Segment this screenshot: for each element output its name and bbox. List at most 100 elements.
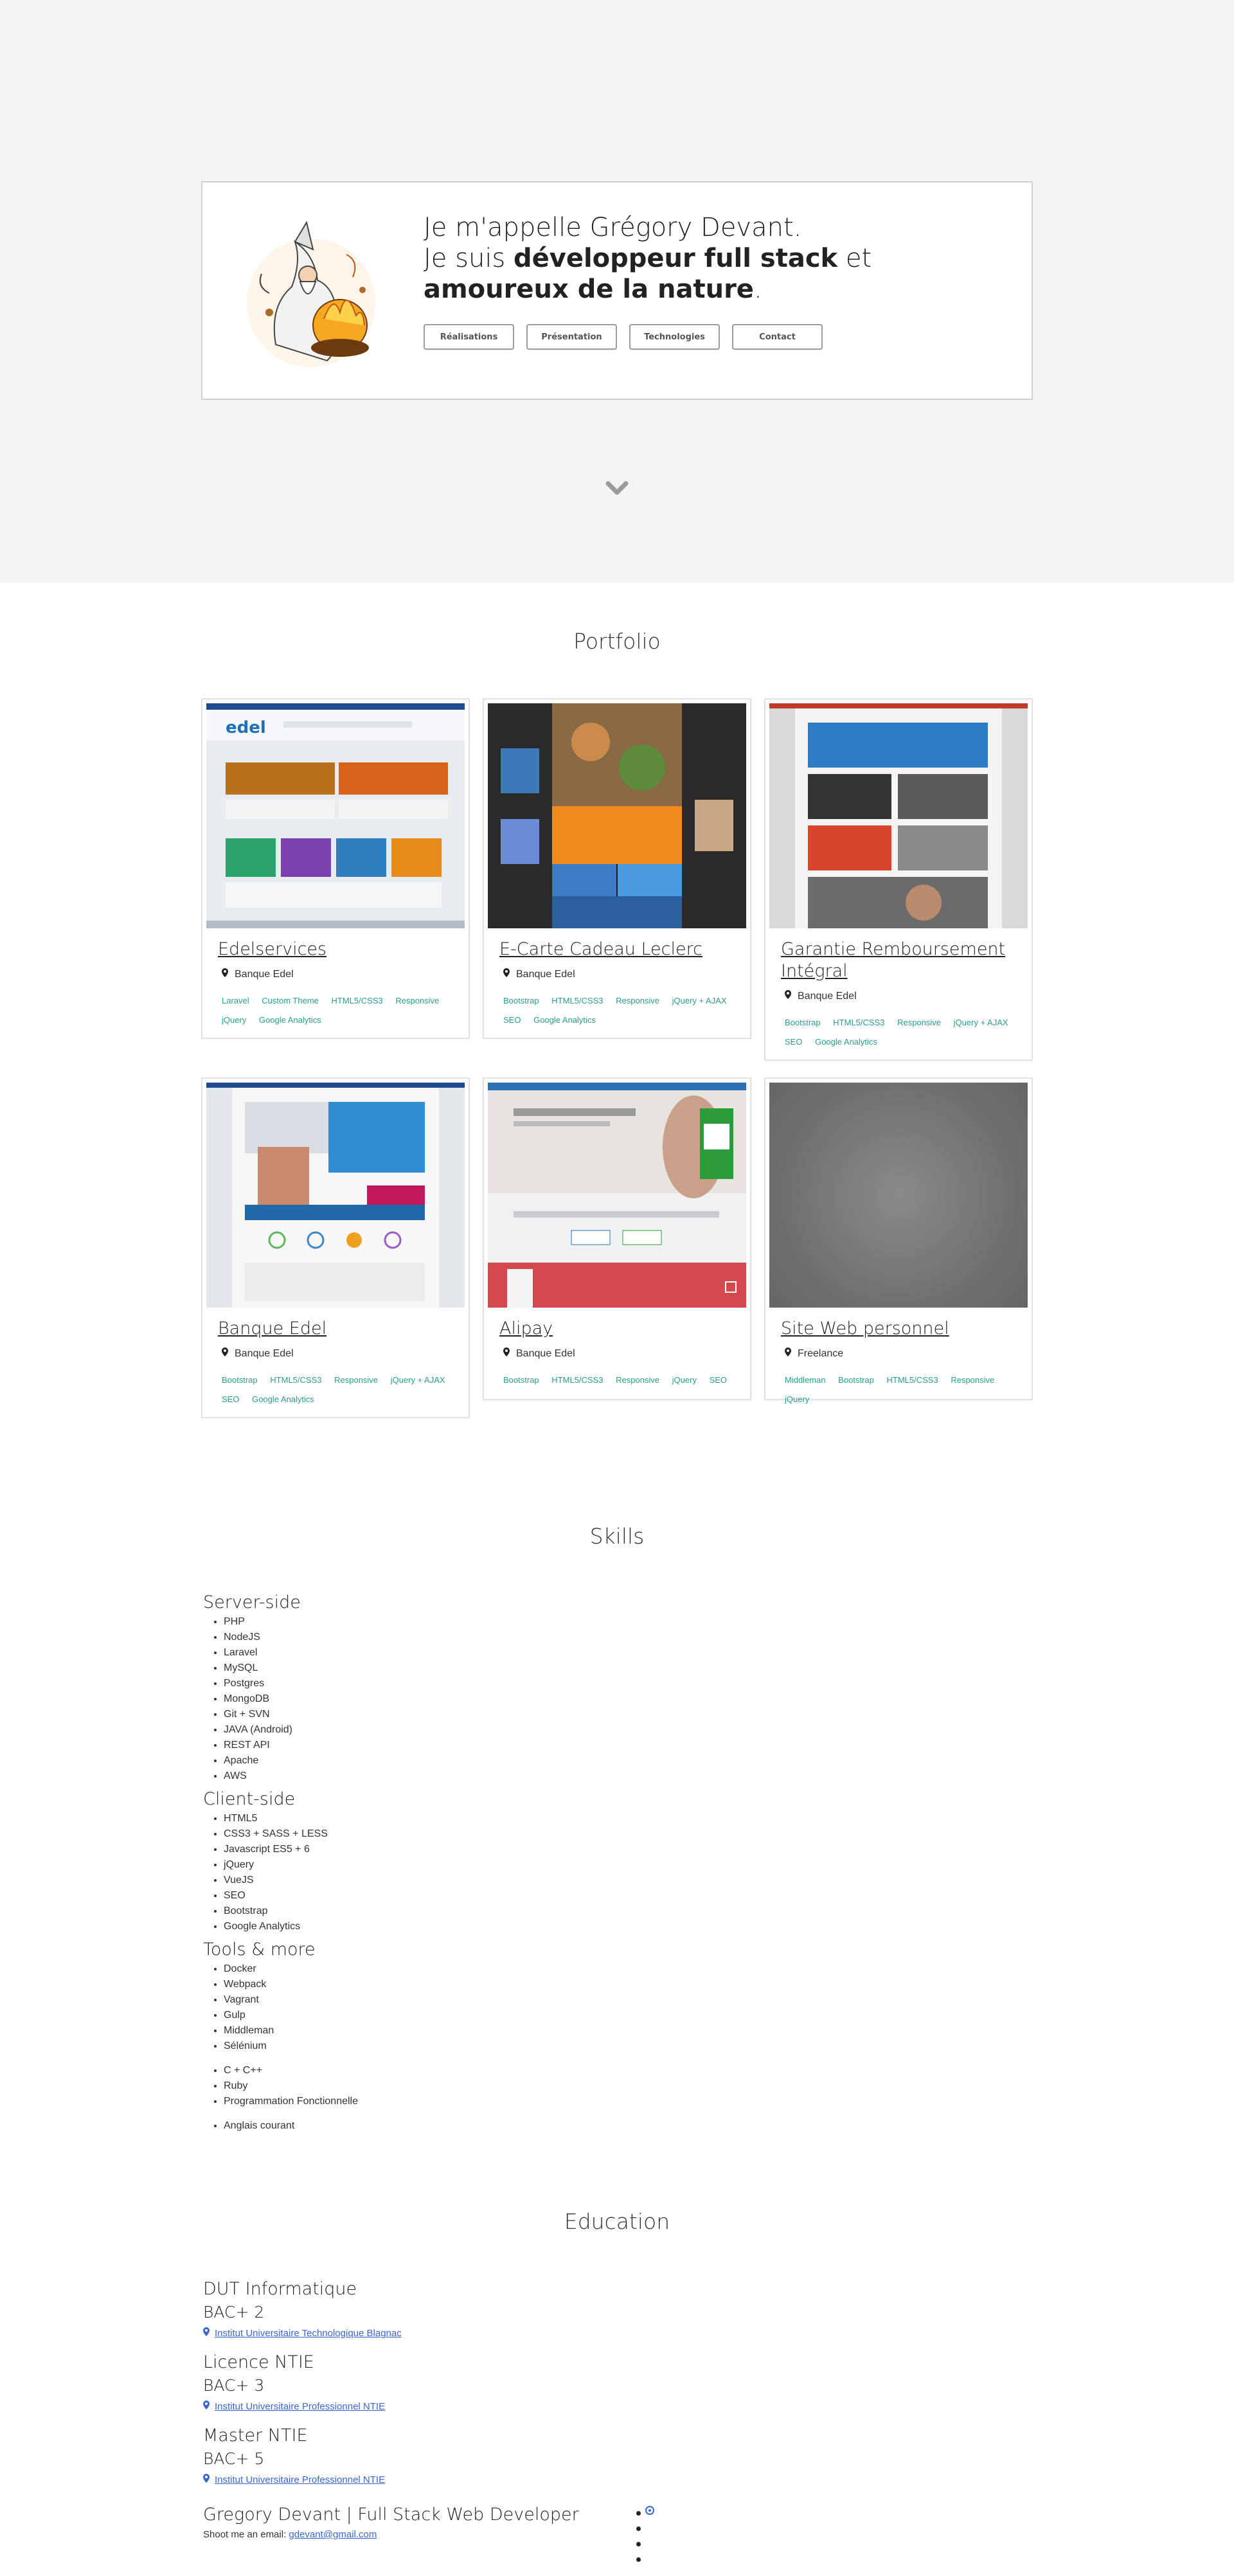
list-item: PHP: [224, 1614, 782, 1630]
list-item: C + C++: [224, 2063, 782, 2078]
tag: SEO: [785, 1037, 803, 1047]
tag: Responsive: [616, 996, 660, 1005]
tag: jQuery + AJAX: [672, 996, 727, 1005]
footer: Gregory Devant | Full Stack Web Develope…: [203, 2503, 1039, 2576]
social-item[interactable]: [636, 2552, 654, 2568]
intro-line-2: Je suis développeur full stack et amoure…: [424, 244, 872, 304]
map-marker-icon: [203, 2471, 210, 2490]
tag: Google Analytics: [815, 1037, 877, 1047]
map-marker-icon: [785, 990, 791, 1002]
degree-level: BAC+ 5: [203, 2449, 265, 2468]
github-icon[interactable]: [645, 2506, 654, 2517]
tools-title: Tools & more: [203, 1940, 316, 1959]
list-item: VueJS: [224, 1873, 782, 1888]
technologies-button[interactable]: Technologies: [629, 324, 720, 350]
tag: Responsive: [616, 1375, 660, 1385]
presentation-button[interactable]: Présentation: [526, 324, 617, 350]
chevron-down-icon[interactable]: [605, 480, 629, 498]
project-title[interactable]: Site Web personnel: [781, 1318, 1019, 1340]
list-item: Middleman: [224, 2023, 782, 2039]
list-item: MySQL: [224, 1661, 782, 1676]
tag: Responsive: [334, 1375, 379, 1385]
project-card[interactable]: Banque Edel Banque Edel Bootstrap HTML5/…: [201, 1077, 470, 1418]
project-tags: Bootstrap HTML5/CSS3 Responsive jQuery +…: [222, 1371, 460, 1409]
client-side-title: Client-side: [203, 1789, 296, 1809]
email-label: Shoot me an email:: [203, 2529, 289, 2540]
tag: Custom Theme: [262, 996, 319, 1005]
list-item: Gulp: [224, 2008, 782, 2023]
social-item[interactable]: [636, 2506, 654, 2521]
project-tags: Laravel Custom Theme HTML5/CSS3 Responsi…: [222, 991, 460, 1030]
list-item: Git + SVN: [224, 1707, 782, 1722]
project-title[interactable]: Edelservices: [218, 939, 456, 960]
list-item: REST API: [224, 1738, 782, 1753]
list-item: Webpack: [224, 1977, 782, 1992]
list-item: CSS3 + SASS + LESS: [224, 1826, 782, 1842]
email-link[interactable]: gdevant@gmail.com: [289, 2529, 377, 2540]
tag: HTML5/CSS3: [833, 1018, 885, 1027]
project-card[interactable]: E-Carte Cadeau Leclerc Banque Edel Boots…: [483, 698, 751, 1039]
project-location-label: Banque Edel: [798, 990, 857, 1002]
tag: Responsive: [395, 996, 440, 1005]
list-item: Ruby: [224, 2078, 782, 2094]
education-item: DUT Informatique BAC+ 2 Institut Univers…: [203, 2278, 846, 2343]
contact-button[interactable]: Contact: [732, 324, 823, 350]
project-tags: Bootstrap HTML5/CSS3 Responsive jQuery +…: [785, 1013, 1023, 1052]
list-item: Docker: [224, 1961, 782, 1977]
tag: Bootstrap: [785, 1018, 821, 1027]
project-card[interactable]: Alipay Banque Edel Bootstrap HTML5/CSS3 …: [483, 1077, 751, 1400]
project-title[interactable]: Alipay: [499, 1318, 737, 1340]
project-card[interactable]: edel Edelservices Banque Edel Laravel Cu…: [201, 698, 470, 1039]
project-thumbnail: [769, 1083, 1028, 1308]
project-location-label: Banque Edel: [235, 1347, 294, 1359]
project-card[interactable]: Site Web personnel Freelance Middleman B…: [764, 1077, 1033, 1404]
footer-title: Gregory Devant | Full Stack Web Develope…: [203, 2505, 579, 2525]
project-location: Banque Edel: [222, 968, 294, 980]
map-marker-icon: [203, 2397, 210, 2417]
degree-title: Licence NTIE: [203, 2352, 314, 2372]
tag: Google Analytics: [258, 1015, 321, 1025]
school-link[interactable]: Institut Universitaire Professionnel NTI…: [215, 2397, 385, 2417]
project-tags: Middleman Bootstrap HTML5/CSS3 Responsiv…: [785, 1371, 1023, 1409]
school: Institut Universitaire Professionnel NTI…: [203, 2471, 846, 2490]
server-side-title: Server-side: [203, 1592, 301, 1612]
tag: jQuery + AJAX: [953, 1018, 1008, 1027]
education-title: Education: [564, 2209, 670, 2234]
intro-line-1: Je m'appelle Grégory Devant.: [424, 213, 802, 242]
project-title[interactable]: Banque Edel: [218, 1318, 456, 1340]
intro-card: Je m'appelle Grégory Devant. Je suis dév…: [201, 181, 1033, 400]
degree-level: BAC+ 2: [203, 2303, 265, 2321]
social-item[interactable]: [636, 2537, 654, 2552]
list-item: SEO: [224, 1888, 782, 1904]
tag: SEO: [222, 1394, 240, 1404]
avatar-illustration: [231, 216, 388, 370]
map-marker-icon: [222, 1347, 228, 1360]
list-item: MongoDB: [224, 1691, 782, 1707]
tag: SEO: [503, 1015, 521, 1025]
list-item: Anglais courant: [224, 2118, 782, 2134]
tag: HTML5/CSS3: [270, 1375, 322, 1385]
school-link[interactable]: Institut Universitaire Professionnel NTI…: [215, 2471, 385, 2490]
project-title[interactable]: E-Carte Cadeau Leclerc: [499, 939, 737, 960]
project-thumbnail: edel: [206, 703, 465, 928]
list-item: Apache: [224, 1753, 782, 1769]
tag: Google Analytics: [252, 1394, 314, 1404]
degree-title: Master NTIE: [203, 2426, 308, 2445]
list-item: Laravel: [224, 1645, 782, 1661]
social-item[interactable]: [636, 2521, 654, 2537]
map-marker-icon: [503, 1347, 510, 1360]
project-title[interactable]: Garantie Remboursement Intégral: [781, 939, 1019, 982]
school-link[interactable]: Institut Universitaire Technologique Bla…: [215, 2324, 402, 2343]
education-item: Licence NTIE BAC+ 3 Institut Universitai…: [203, 2351, 846, 2417]
project-location-label: Banque Edel: [235, 968, 294, 980]
project-location: Freelance: [785, 1347, 843, 1360]
tag: HTML5/CSS3: [331, 996, 383, 1005]
tag: Laravel: [222, 996, 249, 1005]
skills-section: Server-side PHP NodeJS Laravel MySQL Pos…: [203, 1591, 782, 2134]
education-section: DUT Informatique BAC+ 2 Institut Univers…: [203, 2278, 846, 2498]
realisations-button[interactable]: Réalisations: [424, 324, 514, 350]
project-card[interactable]: Garantie Remboursement Intégral Banque E…: [764, 698, 1033, 1061]
list-item: Google Analytics: [224, 1919, 782, 1934]
tag: jQuery: [222, 1015, 247, 1025]
tag: HTML5/CSS3: [886, 1375, 938, 1385]
